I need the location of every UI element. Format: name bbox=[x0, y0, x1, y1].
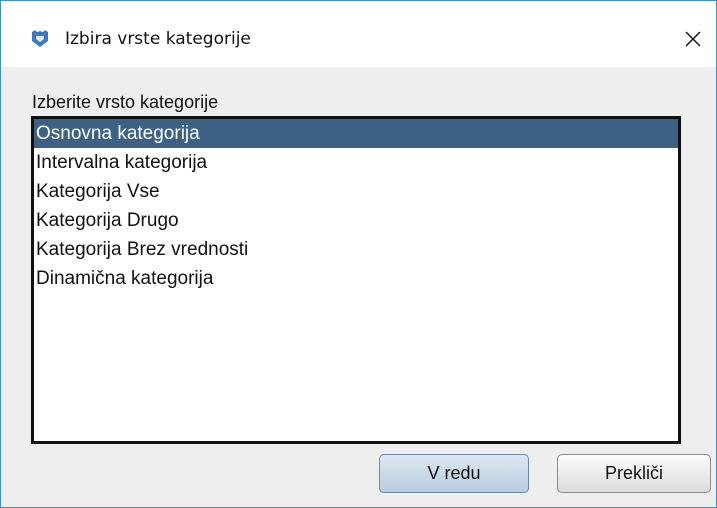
category-type-list[interactable]: Osnovna kategorija Intervalna kategorija… bbox=[31, 116, 681, 444]
list-item-dinamicna-kategorija[interactable]: Dinamična kategorija bbox=[34, 264, 678, 293]
list-item-intervalna-kategorija[interactable]: Intervalna kategorija bbox=[34, 148, 678, 177]
dialog-window: Izbira vrste kategorije Izberite vrsto k… bbox=[0, 0, 717, 508]
list-item-osnovna-kategorija[interactable]: Osnovna kategorija bbox=[34, 119, 678, 148]
app-shield-icon bbox=[31, 30, 49, 48]
cancel-button[interactable]: Prekliči bbox=[557, 454, 711, 493]
window-title: Izbira vrste kategorije bbox=[65, 29, 251, 49]
list-item-kategorija-vse[interactable]: Kategorija Vse bbox=[34, 177, 678, 206]
close-icon bbox=[685, 31, 701, 47]
list-item-kategorija-drugo[interactable]: Kategorija Drugo bbox=[34, 206, 678, 235]
dialog-content: Izberite vrsto kategorije Osnovna katego… bbox=[1, 67, 716, 507]
close-button[interactable] bbox=[673, 19, 713, 59]
prompt-label: Izberite vrsto kategorije bbox=[32, 92, 219, 112]
list-item-kategorija-brez-vrednosti[interactable]: Kategorija Brez vrednosti bbox=[34, 235, 678, 264]
title-bar[interactable]: Izbira vrste kategorije bbox=[1, 1, 716, 67]
ok-button[interactable]: V redu bbox=[379, 454, 529, 493]
